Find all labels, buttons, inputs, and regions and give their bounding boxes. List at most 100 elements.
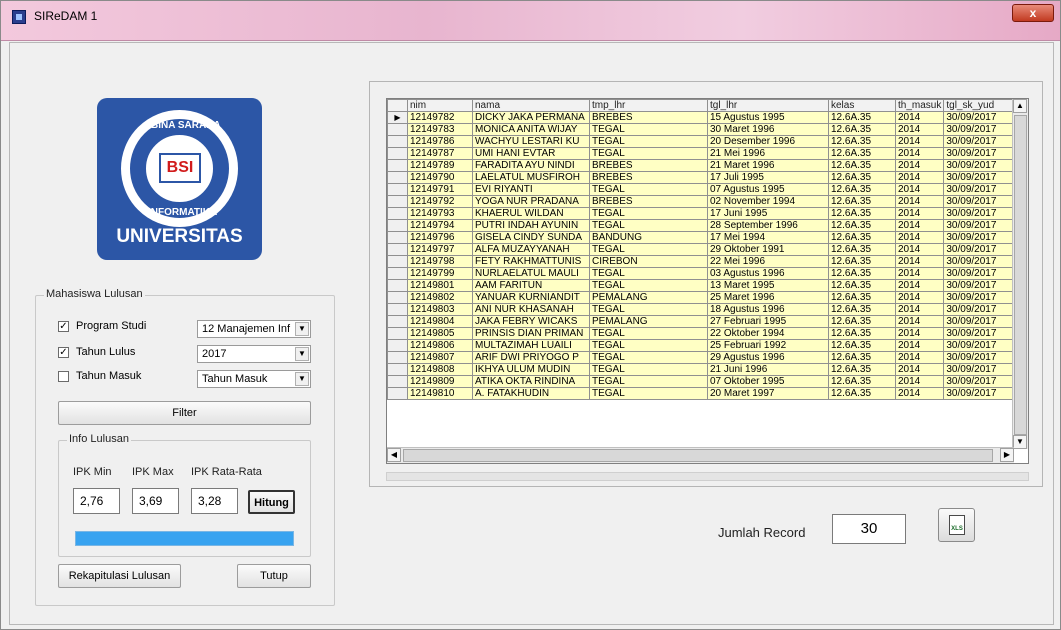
scroll-up-icon[interactable]: ▲	[1013, 99, 1027, 113]
grid-cell[interactable]: GISELA CINDY SUNDA	[472, 231, 590, 244]
table-row[interactable]: 12149789 FARADITA AYU NINDI BREBES 21 Maret…	[387, 159, 1017, 172]
grid-cell[interactable]: 30/09/2017	[943, 303, 1017, 316]
tutup-button[interactable]: Tutup	[237, 564, 311, 588]
grid-cell[interactable]: 25 Maret 1996	[707, 291, 829, 304]
row-selector[interactable]	[387, 267, 408, 280]
grid-cell[interactable]: 21 Maret 1996	[707, 159, 829, 172]
jumlah-record-field[interactable]: 30	[832, 514, 906, 544]
grid-cell[interactable]: 12.6A.35	[828, 375, 896, 388]
grid-cell[interactable]: 12149790	[407, 171, 473, 184]
grid-cell[interactable]: 2014	[894, 183, 945, 196]
grid-cell[interactable]: 12.6A.35	[828, 315, 896, 328]
chevron-down-icon[interactable]: ▼	[295, 347, 309, 361]
grid-cell[interactable]: 30/09/2017	[943, 387, 1017, 400]
grid-cell[interactable]: TEGAL	[589, 207, 708, 220]
grid-cell[interactable]: 27 Februari 1995	[707, 315, 829, 328]
grid-cell[interactable]: TEGAL	[589, 363, 708, 376]
grid-cell[interactable]: 30/09/2017	[943, 123, 1017, 136]
row-selector[interactable]	[387, 147, 408, 160]
row-selector[interactable]	[387, 291, 408, 304]
grid-cell[interactable]: 30 Maret 1996	[707, 123, 829, 136]
grid-cell[interactable]: TEGAL	[589, 219, 708, 232]
scroll-down-icon[interactable]: ▼	[1013, 435, 1027, 449]
grid-cell[interactable]: ALFA MUZAYYANAH	[472, 243, 590, 256]
grid-cell[interactable]: 2014	[894, 219, 945, 232]
grid-cell[interactable]: 2014	[894, 159, 945, 172]
chevron-down-icon[interactable]: ▼	[295, 322, 309, 336]
grid-cell[interactable]: 12.6A.35	[828, 231, 896, 244]
grid-cell[interactable]: BREBES	[589, 111, 708, 124]
grid-cell[interactable]: TEGAL	[589, 267, 708, 280]
grid-cell[interactable]: 28 September 1996	[707, 219, 829, 232]
grid-cell[interactable]: 20 Maret 1997	[707, 387, 829, 400]
grid-cell[interactable]: 12.6A.35	[828, 147, 896, 160]
tahun-masuk-select[interactable]: Tahun Masuk ▼	[197, 370, 311, 388]
grid-cell[interactable]: 12.6A.35	[828, 159, 896, 172]
table-row[interactable]: 12149805 PRINSIS DIAN PRIMAN TEGAL 22 Oktob…	[387, 327, 1017, 340]
grid-column-header[interactable]: tgl_lhr	[707, 99, 829, 112]
grid-cell[interactable]: 2014	[894, 255, 945, 268]
row-selector[interactable]	[387, 387, 408, 400]
checkbox-box[interactable]	[58, 370, 69, 382]
grid-cell[interactable]: 18 Agustus 1996	[707, 303, 829, 316]
grid-cell[interactable]: 12.6A.35	[828, 207, 896, 220]
rekapitulasi-lulusan-button[interactable]: Rekapitulasi Lulusan	[58, 564, 181, 588]
grid-cell[interactable]: 2014	[894, 303, 945, 316]
grid-cell[interactable]: 12149796	[407, 231, 473, 244]
grid-cell[interactable]: 2014	[894, 375, 945, 388]
grid-cell[interactable]: TEGAL	[589, 147, 708, 160]
tahun-lulus-select[interactable]: 2017 ▼	[197, 345, 311, 363]
grid-cell[interactable]: 12149809	[407, 375, 473, 388]
grid-cell[interactable]: 21 Juni 1996	[707, 363, 829, 376]
grid-column-header[interactable]: nim	[407, 99, 473, 112]
grid-cell[interactable]: 12.6A.35	[828, 363, 896, 376]
grid-cell[interactable]: 2014	[894, 315, 945, 328]
horizontal-scrollbar[interactable]: ◀ ▶	[387, 447, 1014, 463]
table-row[interactable]: 12149790 LAELATUL MUSFIROH BREBES 17 Juli 1…	[387, 171, 1017, 184]
grid-cell[interactable]: JAKA FEBRY WICAKS	[472, 315, 590, 328]
grid-cell[interactable]: LAELATUL MUSFIROH	[472, 171, 590, 184]
grid-cell[interactable]: 12.6A.35	[828, 255, 896, 268]
scroll-right-icon[interactable]: ▶	[1000, 448, 1014, 462]
hitung-button[interactable]: Hitung	[248, 490, 295, 514]
grid-cell[interactable]: 30/09/2017	[943, 243, 1017, 256]
grid-column-header[interactable]: tgl_sk_yud	[943, 99, 1017, 112]
row-selector[interactable]	[387, 231, 408, 244]
grid-cell[interactable]: 12.6A.35	[828, 195, 896, 208]
table-row[interactable]: 12149808 IKHYA ULUM MUDIN TEGAL 21 Juni 199…	[387, 363, 1017, 376]
grid-cell[interactable]: 12149807	[407, 351, 473, 364]
grid-cell[interactable]: 2014	[894, 111, 945, 124]
grid-cell[interactable]: 22 Oktober 1994	[707, 327, 829, 340]
grid-cell[interactable]: 30/09/2017	[943, 351, 1017, 364]
grid-cell[interactable]: 17 Mei 1994	[707, 231, 829, 244]
table-row[interactable]: 12149806 MULTAZIMAH LUAILI TEGAL 25 Februar…	[387, 339, 1017, 352]
grid-cell[interactable]: 30/09/2017	[943, 375, 1017, 388]
grid-cell[interactable]: DICKY JAKA PERMANA	[472, 111, 590, 124]
table-row[interactable]: 12149786 WACHYU LESTARI KU TEGAL 20 Desembe…	[387, 135, 1017, 148]
row-selector[interactable]	[387, 375, 408, 388]
grid-cell[interactable]: 12.6A.35	[828, 111, 896, 124]
grid-cell[interactable]: 12149804	[407, 315, 473, 328]
grid-cell[interactable]: IKHYA ULUM MUDIN	[472, 363, 590, 376]
grid-cell[interactable]: 30/09/2017	[943, 135, 1017, 148]
grid-cell[interactable]: 2014	[894, 171, 945, 184]
grid-cell[interactable]: 12.6A.35	[828, 291, 896, 304]
grid-cell[interactable]: 30/09/2017	[943, 315, 1017, 328]
grid-cell[interactable]: 12.6A.35	[828, 219, 896, 232]
export-excel-button[interactable]: XLS	[938, 508, 975, 542]
grid-cell[interactable]: ARIF DWI PRIYOGO P	[472, 351, 590, 364]
table-row[interactable]: 12149796 GISELA CINDY SUNDA BANDUNG 17 Mei …	[387, 231, 1017, 244]
grid-cell[interactable]: A. FATAKHUDIN	[472, 387, 590, 400]
grid-cell[interactable]: YOGA NUR PRADANA	[472, 195, 590, 208]
grid-cell[interactable]: 30/09/2017	[943, 291, 1017, 304]
grid-cell[interactable]: 12149806	[407, 339, 473, 352]
grid-cell[interactable]: BREBES	[589, 195, 708, 208]
grid-cell[interactable]: 22 Mei 1996	[707, 255, 829, 268]
grid-cell[interactable]: 15 Agustus 1995	[707, 111, 829, 124]
grid-cell[interactable]: CIREBON	[589, 255, 708, 268]
grid-cell[interactable]: TEGAL	[589, 303, 708, 316]
grid-cell[interactable]: 30/09/2017	[943, 267, 1017, 280]
grid-cell[interactable]: 30/09/2017	[943, 339, 1017, 352]
grid-cell[interactable]: TEGAL	[589, 279, 708, 292]
grid-cell[interactable]: 30/09/2017	[943, 363, 1017, 376]
